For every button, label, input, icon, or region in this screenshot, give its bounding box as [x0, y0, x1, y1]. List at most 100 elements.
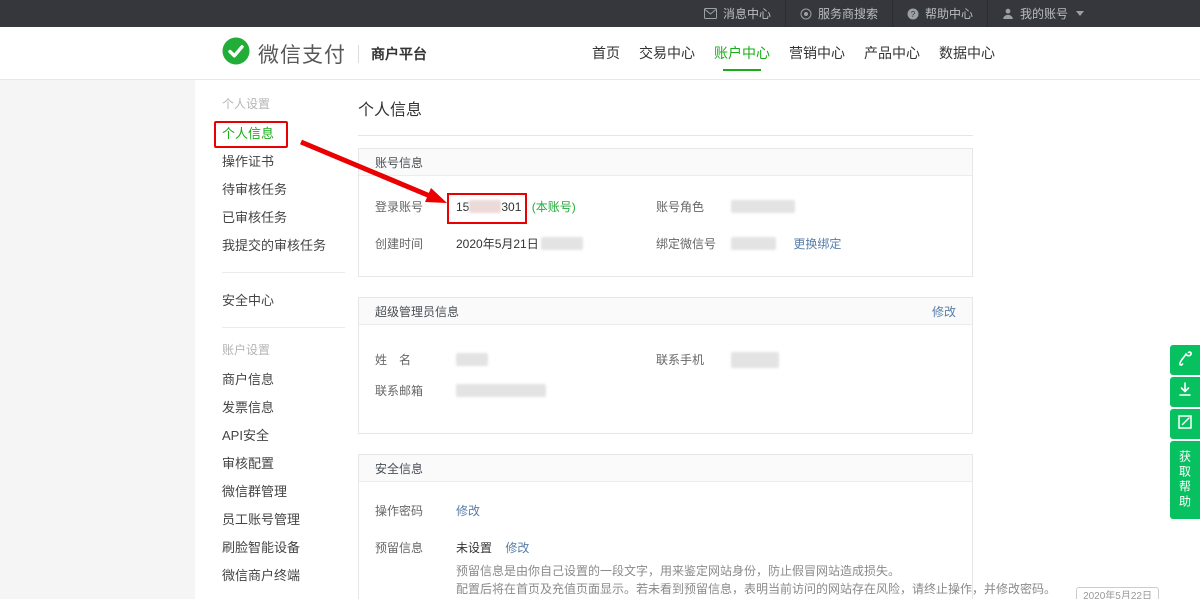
operation-password-value: 修改	[456, 502, 1056, 519]
date-chip: 2020年5月22日	[1076, 587, 1159, 599]
get-help-button[interactable]: 获取帮助	[1170, 441, 1200, 519]
note-line: 预留信息是由你自己设置的一段文字，用来鉴定网站身份，防止假冒网站造成损失。	[456, 562, 1056, 580]
redacted-blur	[456, 353, 488, 366]
link-icon	[1178, 350, 1192, 371]
sidebar-item-pending-review-tasks[interactable]: 待审核任务	[222, 176, 287, 204]
redacted-blur	[731, 352, 779, 368]
modify-reserved-link[interactable]: 修改	[505, 541, 529, 555]
created-time-label: 创建时间	[375, 235, 456, 252]
sidebar-item-review-config[interactable]: 审核配置	[222, 450, 274, 478]
user-icon	[1002, 8, 1014, 20]
bound-wechat-value: 更换绑定	[731, 235, 956, 252]
nav-item-data-center[interactable]: 数据中心	[939, 27, 995, 80]
sidebar-divider	[222, 272, 345, 273]
floating-help-stack: 获取帮助	[1170, 345, 1200, 519]
nav-item-transaction-center[interactable]: 交易中心	[639, 27, 695, 80]
sidebar-item-api-security[interactable]: API安全	[222, 422, 269, 450]
account-role-value	[731, 200, 956, 214]
name-label: 姓 名	[375, 351, 456, 368]
sidebar-item-face-smart-device[interactable]: 刷脸智能设备	[222, 534, 300, 562]
topbar-item-label: 我的账号	[1020, 5, 1068, 22]
svg-text:?: ?	[911, 10, 916, 19]
section-title: 账号信息	[375, 154, 423, 171]
sidebar-item-wechat-group-management[interactable]: 微信群管理	[222, 478, 287, 506]
feedback-button[interactable]	[1170, 409, 1200, 439]
reserved-info-label: 预留信息	[375, 539, 456, 556]
sidebar-item-merchant-info[interactable]: 商户信息	[222, 366, 274, 394]
change-binding-link[interactable]: 更换绑定	[793, 237, 841, 251]
nav-item-home[interactable]: 首页	[592, 27, 620, 80]
current-account-note: (本账号)	[532, 200, 576, 214]
redacted-blur	[456, 384, 546, 397]
account-role-label: 账号角色	[656, 198, 731, 215]
sidebar-item-reviewed-tasks[interactable]: 已审核任务	[222, 204, 287, 232]
reserved-info-notes: 预留信息是由你自己设置的一段文字，用来鉴定网站身份，防止假冒网站造成损失。 配置…	[456, 562, 1056, 599]
nav-item-product-center[interactable]: 产品中心	[864, 27, 920, 80]
login-account-label: 登录账号	[375, 198, 456, 215]
created-time-value: 2020年5月21日	[456, 235, 656, 252]
sidebar-item-security-center[interactable]: 安全中心	[222, 287, 274, 315]
main-nav: 首页 交易中心 账户中心 营销中心 产品中心 数据中心	[592, 27, 995, 80]
super-admin-card-header: 超级管理员信息 修改	[359, 298, 972, 325]
help-icon: ?	[907, 8, 919, 20]
created-time-text: 2020年5月21日	[456, 237, 539, 251]
nav-item-marketing-center[interactable]: 营销中心	[789, 27, 845, 80]
contact-email-label: 联系邮箱	[375, 382, 456, 399]
security-info-card: 安全信息 操作密码 修改 预留信息 未设置 修改 预留信息是由你自己设	[358, 454, 973, 599]
note-line: 配置后将在首页及充值页面显示。若未看到预留信息，表明当前访问的网站存在风险，请终…	[456, 580, 1056, 598]
super-admin-card: 超级管理员信息 修改 姓 名 联系手机 联系邮箱	[358, 297, 973, 434]
brand-subtitle: 商户平台	[371, 44, 427, 64]
topbar-item-label: 帮助中心	[925, 5, 973, 22]
modify-admin-link[interactable]: 修改	[932, 303, 956, 320]
wechat-pay-merchant-platform-screen: 消息中心 服务商搜索 ? 帮助中心 我的账号	[0, 0, 1200, 599]
page-title: 个人信息	[358, 103, 973, 119]
sidebar-item-personal-info[interactable]: 个人信息	[222, 120, 274, 148]
edit-icon	[1178, 415, 1192, 434]
header: 微信支付 商户平台 首页 交易中心 账户中心 营销中心 产品中心 数据中心	[0, 27, 1200, 80]
login-account-number: 15 301	[456, 200, 521, 214]
section-title: 超级管理员信息	[375, 303, 459, 320]
login-account-value: 15 301 (本账号)	[456, 198, 656, 215]
bound-wechat-label: 绑定微信号	[656, 235, 731, 252]
topbar: 消息中心 服务商搜索 ? 帮助中心 我的账号	[0, 0, 1200, 27]
sidebar-divider	[222, 327, 345, 328]
sidebar-group-personal-settings: 个人设置	[222, 96, 345, 112]
brand-name: 微信支付	[258, 39, 346, 69]
download-button[interactable]	[1170, 377, 1200, 407]
section-title: 安全信息	[375, 460, 423, 477]
topbar-items: 消息中心 服务商搜索 ? 帮助中心 我的账号	[690, 0, 1098, 27]
account-info-card-header: 账号信息	[359, 149, 972, 176]
download-icon	[1178, 382, 1192, 402]
get-help-label: 获取帮助	[1177, 450, 1194, 510]
topbar-item-label: 消息中心	[723, 5, 771, 22]
redacted-blur	[469, 200, 501, 213]
sidebar-group-account-settings: 账户设置	[222, 342, 345, 358]
search-icon	[800, 8, 812, 20]
topbar-item-help-center[interactable]: ? 帮助中心	[893, 0, 987, 27]
modify-password-link[interactable]: 修改	[456, 504, 480, 518]
sidebar: 个人设置 个人信息 操作证书 待审核任务 已审核任务 我提交的审核任务 安全中心…	[195, 80, 345, 599]
nav-item-account-center[interactable]: 账户中心	[714, 27, 770, 80]
link-button[interactable]	[1170, 345, 1200, 375]
brand[interactable]: 微信支付 商户平台	[222, 27, 427, 80]
contact-phone-value	[731, 352, 956, 368]
login-account-suffix: 301	[501, 200, 521, 214]
sidebar-item-my-submitted-tasks[interactable]: 我提交的审核任务	[222, 232, 326, 260]
operation-password-label: 操作密码	[375, 502, 456, 519]
redacted-blur	[541, 237, 583, 250]
redacted-blur	[731, 237, 776, 250]
sidebar-item-invoice-info[interactable]: 发票信息	[222, 394, 274, 422]
contact-email-value	[456, 384, 656, 398]
reserved-info-status: 未设置	[456, 541, 492, 555]
topbar-item-my-account[interactable]: 我的账号	[988, 0, 1098, 27]
redacted-blur	[731, 200, 795, 213]
main-content: 个人信息 账号信息 登录账号 15 301 (本账号)	[345, 80, 1200, 599]
sidebar-item-staff-account-management[interactable]: 员工账号管理	[222, 506, 300, 534]
login-account-prefix: 15	[456, 200, 469, 214]
topbar-item-provider-search[interactable]: 服务商搜索	[786, 0, 892, 27]
sidebar-item-operation-certificate[interactable]: 操作证书	[222, 148, 274, 176]
reserved-info-value: 未设置 修改 预留信息是由你自己设置的一段文字，用来鉴定网站身份，防止假冒网站造…	[456, 539, 1056, 599]
sidebar-item-wechat-merchant-terminal[interactable]: 微信商户终端	[222, 562, 300, 590]
contact-phone-label: 联系手机	[656, 351, 731, 368]
topbar-item-message-center[interactable]: 消息中心	[690, 0, 785, 27]
